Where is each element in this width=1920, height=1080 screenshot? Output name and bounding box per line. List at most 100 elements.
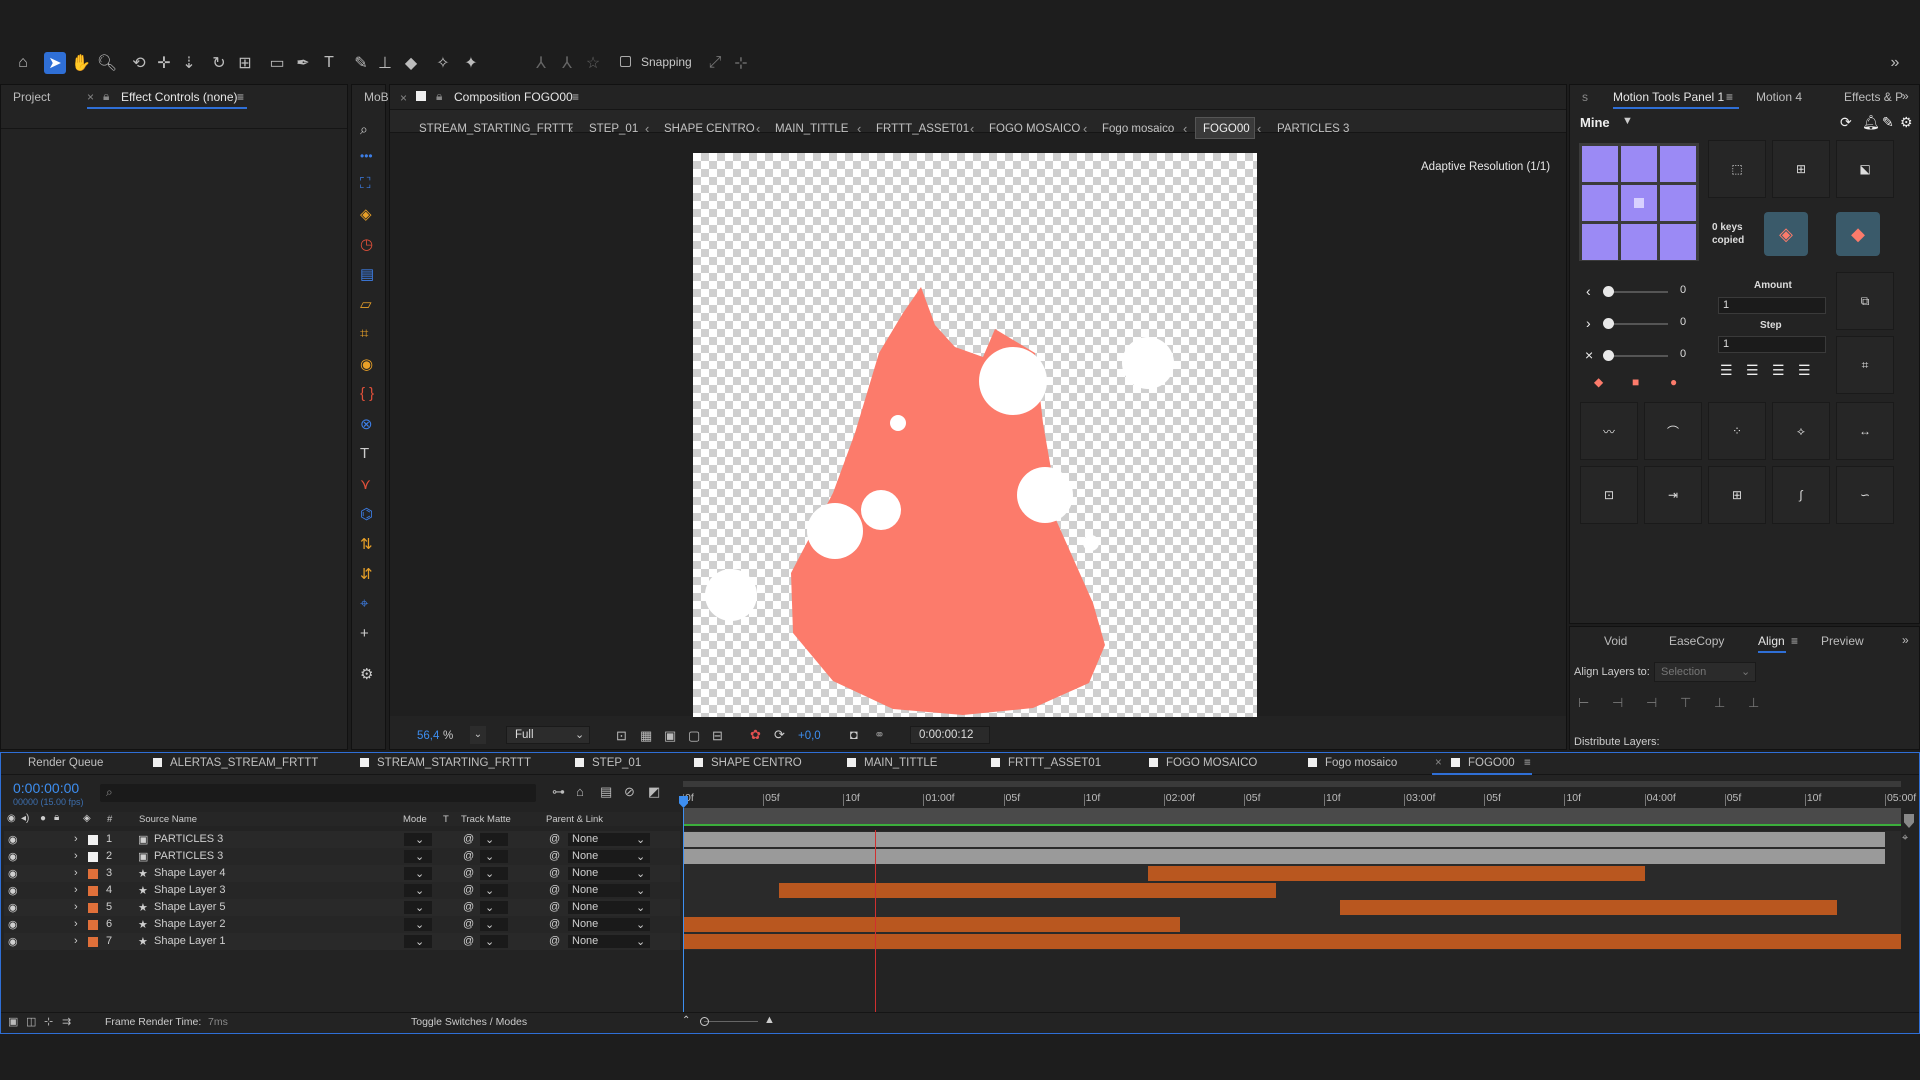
expand-toolbar-icon[interactable]: » [1884, 52, 1906, 74]
reset-exposure-icon[interactable]: ⟳ [774, 727, 785, 743]
zoom-dropdown[interactable]: ⌄ [470, 726, 486, 744]
draft-3d-icon[interactable]: ⌂ [576, 784, 584, 799]
expand-layer-chevron-icon[interactable]: › [74, 850, 78, 862]
rectangle-tool-icon[interactable]: ▭ [266, 52, 288, 74]
dolly-camera-icon[interactable]: ⇣ [178, 52, 200, 74]
comp-lock-icon[interactable]: 🔒︎ [436, 89, 442, 104]
add-icon[interactable]: + [360, 625, 369, 642]
layer-row[interactable]: ◉ › 3 ★ Shape Layer 4 ⌄ @ ⌄ @ None ⌄ [4, 865, 680, 882]
layer-duration-bar[interactable] [683, 849, 1885, 864]
expand-layer-chevron-icon[interactable]: › [74, 833, 78, 845]
timeline-search-input[interactable]: ⌕ [100, 784, 536, 802]
tab-project[interactable]: Project [13, 90, 50, 104]
view-layout-icon[interactable]: ⊟ [712, 728, 723, 744]
exposure-value[interactable]: +0,0 [798, 730, 821, 742]
layer-duration-bar[interactable] [683, 934, 1901, 949]
track-row[interactable] [683, 933, 1901, 950]
zoom-out-icon[interactable]: ⌃ [682, 1015, 690, 1026]
clone-stamp-icon[interactable]: ⊥ [374, 52, 396, 74]
breadcrumb-item[interactable]: MAIN_TITTLE [775, 123, 848, 135]
parent-dropdown-value[interactable]: None [572, 833, 598, 845]
layer-duration-bar[interactable] [779, 883, 1276, 898]
mask-visibility-icon[interactable]: ▣ [664, 728, 676, 744]
tab-align[interactable]: Align [1758, 634, 1785, 648]
visibility-eye-icon[interactable]: ◉ [8, 935, 18, 948]
wiggle-icon[interactable]: 〰 [1580, 402, 1638, 460]
layer-label-swatch[interactable] [88, 937, 98, 947]
align-right-lines-icon[interactable]: ☰ [1772, 362, 1785, 379]
layer-name[interactable]: PARTICLES 3 [154, 850, 223, 862]
breadcrumb-item[interactable]: SHAPE CENTRO [664, 123, 755, 135]
layer-name[interactable]: PARTICLES 3 [154, 833, 223, 845]
chevron-down-icon[interactable]: ⌄ [636, 833, 645, 846]
anchor-bottom-left[interactable] [1582, 224, 1618, 260]
snap-edges-icon[interactable]: ⊹ [730, 52, 752, 74]
chevron-down-icon[interactable]: ⌄ [636, 850, 645, 863]
column-mode[interactable]: Mode [403, 814, 427, 825]
column-source-name[interactable]: Source Name [139, 814, 197, 825]
layer-name[interactable]: Shape Layer 1 [154, 935, 226, 947]
home-icon[interactable]: ⌂ [12, 52, 34, 74]
paste-keys-icon[interactable]: ◆ [1836, 212, 1880, 256]
tag-icon[interactable]: ⌬ [360, 505, 373, 523]
breadcrumb-item[interactable]: STEP_01 [589, 123, 638, 135]
graph-icon[interactable]: ⋎ [360, 475, 371, 493]
layer-label-swatch[interactable] [88, 852, 98, 862]
parent-dropdown-value[interactable]: None [572, 901, 598, 913]
layer-duration-bar[interactable] [683, 917, 1180, 932]
layer-row[interactable]: ◉ › 1 ▣ PARTICLES 3 ⌄ @ ⌄ @ None ⌄ [4, 831, 680, 848]
blend-mode-dropdown[interactable]: ⌄ [415, 918, 424, 931]
align-right-icon[interactable]: ⊣ [1646, 695, 1657, 711]
layer-row[interactable]: ◉ › 2 ▣ PARTICLES 3 ⌄ @ ⌄ @ None ⌄ [4, 848, 680, 865]
track-row[interactable] [683, 899, 1901, 916]
tab-effects[interactable]: Effects & P [1844, 90, 1903, 104]
layer-stack-icon[interactable]: ⧉ [1836, 272, 1894, 330]
timeline-menu-icon[interactable]: ≡ [1524, 757, 1531, 769]
parent-pickwhip-icon[interactable]: @ [549, 850, 560, 862]
tab-motion-tools[interactable]: Motion Tools Panel 1 [1613, 90, 1724, 104]
visibility-eye-icon[interactable]: ◉ [8, 850, 18, 863]
guide-icon[interactable]: ▢ [688, 728, 700, 744]
sort-icon[interactable]: ⇅ [360, 535, 373, 553]
comp-marker-bin-icon[interactable]: ⌖ [1902, 832, 1908, 845]
view-axis-icon[interactable]: ☆ [582, 52, 604, 74]
blend-mode-dropdown[interactable]: ⌄ [415, 867, 424, 880]
bounding-box-icon[interactable]: ⬚ [1708, 140, 1766, 198]
layer-name[interactable]: Shape Layer 5 [154, 901, 226, 913]
expression-icon[interactable]: ⌖ [360, 595, 368, 612]
track-matte-dropdown[interactable]: ⌄ [485, 901, 494, 914]
amount-input[interactable]: 1 [1718, 297, 1826, 314]
lock-icon[interactable]: 🔒︎ [103, 89, 109, 104]
align-top-icon[interactable]: ⊤ [1680, 695, 1691, 711]
region-of-interest-icon[interactable]: ⊡ [616, 728, 627, 744]
anchor-top-center[interactable] [1621, 146, 1657, 182]
parent-pickwhip-icon[interactable]: @ [549, 901, 560, 913]
breadcrumb-item[interactable]: FRTTT_ASSET01 [876, 123, 969, 135]
anchor-center[interactable] [1621, 185, 1657, 221]
tab-timeline-comp[interactable]: ALERTAS_STREAM_FRTTT [153, 757, 318, 769]
parent-pickwhip-icon[interactable]: @ [549, 918, 560, 930]
tab-timeline-comp[interactable]: MAIN_TITTLE [847, 757, 937, 769]
close-tab-icon[interactable]: × [87, 90, 94, 104]
eye-icon[interactable]: ◉ [360, 355, 373, 373]
layer-duration-bar[interactable] [683, 832, 1885, 847]
breadcrumb-item[interactable]: Fogo mosaico [1102, 123, 1174, 135]
curve-icon[interactable]: ∽ [1836, 466, 1894, 524]
composition-canvas[interactable] [693, 153, 1257, 717]
type-tool-icon[interactable]: T [318, 52, 340, 74]
zoom-tool-icon[interactable]: 🔍︎ [96, 52, 118, 74]
chevron-down-icon[interactable]: ⌄ [636, 935, 645, 948]
layer-row[interactable]: ◉ › 6 ★ Shape Layer 2 ⌄ @ ⌄ @ None ⌄ [4, 916, 680, 933]
parent-dropdown-value[interactable]: None [572, 918, 598, 930]
align-center-lines-icon[interactable]: ☰ [1746, 362, 1759, 379]
blend-mode-dropdown[interactable]: ⌄ [415, 884, 424, 897]
mob-tab[interactable]: MoB [364, 90, 389, 104]
tab-timeline-comp[interactable]: FOGO MOSAICO [1149, 757, 1257, 769]
track-matte-pickwhip-icon[interactable]: @ [463, 918, 474, 930]
column-t[interactable]: T [443, 814, 449, 825]
tab-timeline-comp[interactable]: Fogo mosaico [1308, 757, 1397, 769]
graph-editor-icon[interactable]: ◩ [648, 784, 660, 800]
anchor-top-left[interactable] [1582, 146, 1618, 182]
track-matte-pickwhip-icon[interactable]: @ [463, 901, 474, 913]
chevron-down-icon[interactable]: ⌄ [636, 867, 645, 880]
